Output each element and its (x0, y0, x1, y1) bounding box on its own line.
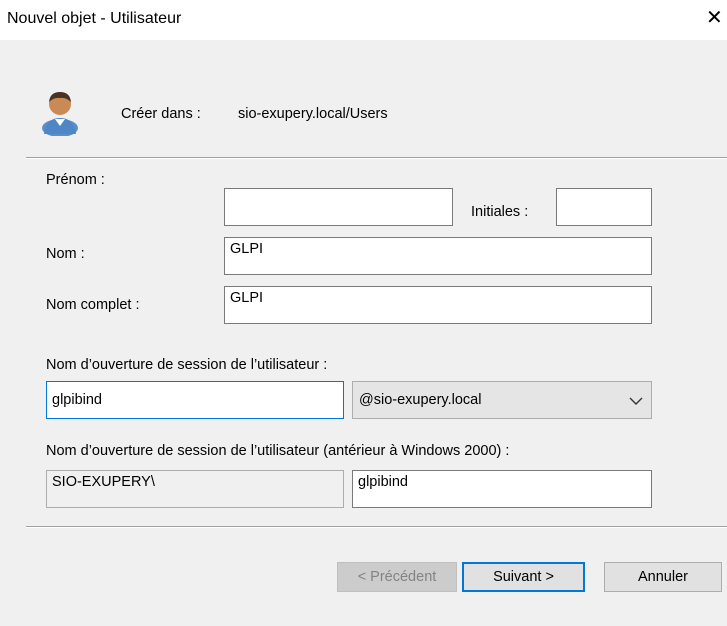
pre2000-label: Nom d’ouverture de session de l’utilisat… (46, 443, 510, 459)
logon-name-label: Nom d’ouverture de session de l’utilisat… (46, 357, 328, 373)
logon-name-input[interactable] (46, 381, 344, 419)
initials-input[interactable] (556, 188, 652, 226)
domain-dropdown-value: @sio-exupery.local (359, 392, 482, 408)
pre2000-name-input[interactable] (352, 470, 652, 508)
dialog-body: Créer dans : sio-exupery.local/Users Pré… (0, 40, 727, 626)
title-bar: Nouvel objet - Utilisateur ✕ (0, 0, 727, 40)
first-name-label: Prénom : (46, 172, 105, 188)
separator-top (26, 157, 727, 159)
close-icon[interactable]: ✕ (706, 6, 723, 30)
pre2000-domain-field (46, 470, 344, 508)
chevron-down-icon (629, 397, 643, 405)
full-name-input[interactable] (224, 286, 652, 324)
separator-bottom (26, 526, 727, 528)
create-in-value: sio-exupery.local/Users (238, 106, 388, 122)
window-title: Nouvel objet - Utilisateur (7, 10, 182, 27)
previous-button[interactable]: < Précédent (337, 562, 457, 592)
create-in-label: Créer dans : (121, 106, 201, 122)
domain-dropdown[interactable]: @sio-exupery.local (352, 381, 652, 419)
first-name-input[interactable] (224, 188, 453, 226)
last-name-label: Nom : (46, 246, 85, 262)
last-name-input[interactable] (224, 237, 652, 275)
user-icon (42, 92, 78, 136)
cancel-button[interactable]: Annuler (604, 562, 722, 592)
next-button[interactable]: Suivant > (462, 562, 585, 592)
full-name-label: Nom complet : (46, 297, 140, 313)
initials-label: Initiales : (471, 204, 529, 220)
